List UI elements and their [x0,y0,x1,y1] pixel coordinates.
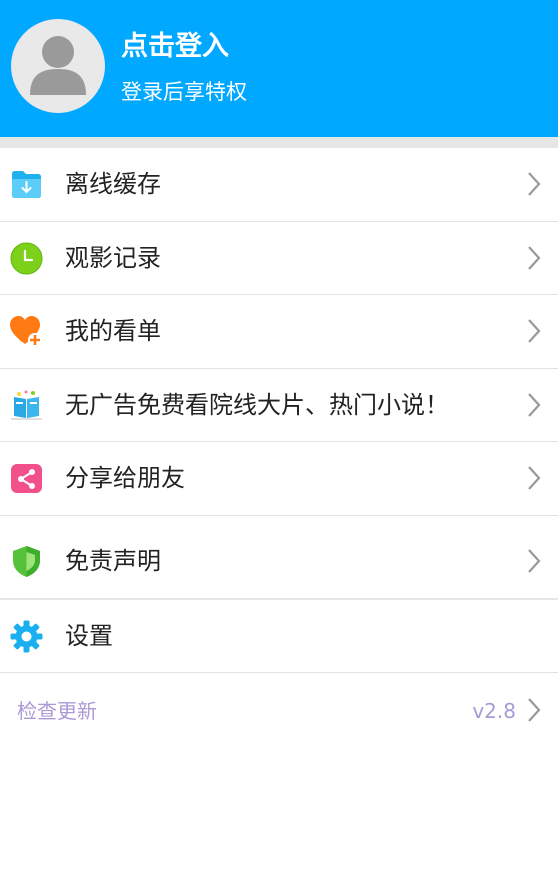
book-icon [11,390,42,420]
chevron-right-icon [528,466,541,490]
section-gap [0,137,558,148]
gear-icon [10,620,43,653]
chevron-right-icon [528,319,541,343]
chevron-right-icon [528,549,541,573]
menu-item-offline-cache[interactable]: 离线缓存 [0,148,558,221]
menu-item-settings[interactable]: 设置 [0,600,558,672]
menu-item-watchlist[interactable]: 我的看单 [0,295,558,368]
menu-item-label: 我的看单 [65,317,161,345]
chevron-right-icon [528,246,541,270]
check-update-label: 检查更新 [17,699,97,723]
menu-item-label: 观影记录 [65,244,161,272]
version-label: v2.8 [472,699,516,723]
avatar[interactable] [11,19,105,113]
heart-plus-icon [10,316,42,347]
clock-icon [10,242,43,275]
menu-item-share[interactable]: 分享给朋友 [0,442,558,515]
menu-item-label: 设置 [65,622,113,650]
user-silhouette-icon [30,36,86,95]
download-folder-icon [12,171,41,198]
profile-header: 点击登入 登录后享特权 [0,0,558,137]
login-subtitle: 登录后享特权 [121,80,247,104]
chevron-right-icon [528,393,541,417]
chevron-right-icon [528,172,541,196]
menu-item-label: 免责声明 [65,547,161,575]
menu-item-label: 无广告免费看院线大片、热门小说！ [65,391,449,419]
share-icon [11,464,42,493]
login-title[interactable]: 点击登入 [121,29,229,65]
menu-item-disclaimer[interactable]: 免责声明 [0,516,558,598]
menu-item-watch-history[interactable]: 观影记录 [0,222,558,294]
menu-item-promo[interactable]: 无广告免费看院线大片、热门小说！ [0,369,558,441]
menu-item-label: 分享给朋友 [65,464,185,492]
shield-icon [13,546,40,577]
chevron-right-icon [528,698,541,722]
menu-item-label: 离线缓存 [65,170,161,198]
